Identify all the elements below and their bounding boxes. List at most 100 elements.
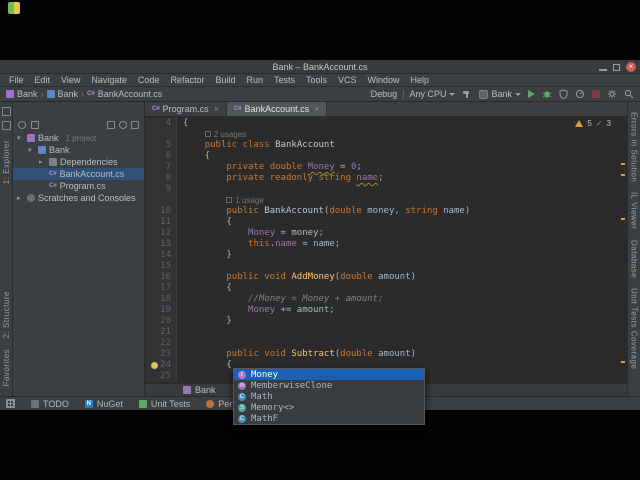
menu-run[interactable]: Run [241,75,268,85]
project-item-dependencies[interactable]: ▸ Dependencies [13,156,144,168]
solution-configuration-dropdown[interactable]: Debug | Any CPU [371,89,456,99]
menu-edit[interactable]: Edit [30,75,56,85]
close-button[interactable]: × [626,62,636,72]
close-tab-icon[interactable]: × [314,104,319,114]
maximize-button[interactable] [613,63,620,71]
chevron-down-icon: ▾ [17,135,21,142]
stop-button[interactable] [592,90,600,98]
project-item-bankaccount-cs[interactable]: C# BankAccount.cs [13,168,144,180]
settings-gear-icon[interactable] [119,120,127,129]
warning-stripe-mark[interactable] [621,163,625,165]
search-icon[interactable] [624,89,634,99]
close-tab-icon[interactable]: × [214,104,219,114]
menu-window[interactable]: Window [363,75,405,85]
debug-button[interactable] [542,89,552,99]
usages-hint[interactable]: 1 usage [235,196,263,205]
breadcrumb-bank[interactable]: Bank [46,89,78,99]
warning-stripe-mark[interactable] [621,218,625,220]
scratch-icon [27,194,35,202]
inspections-widget[interactable]: 5 ✓ 3 [575,119,611,128]
menu-refactor[interactable]: Refactor [165,75,209,85]
toolwindow-explorer[interactable]: 1: Explorer [2,140,11,184]
minimize-button[interactable] [599,63,607,71]
toolwindow-switcher-icon[interactable] [6,399,15,408]
warning-stripe-mark[interactable] [621,361,625,363]
run-config-dropdown[interactable]: Bank [479,89,521,99]
completion-popup: f Money m MemberwiseClone C Math S Memory<> C Mat… [233,368,425,425]
menu-vcs[interactable]: VCS [333,75,362,85]
code-editor[interactable]: 4{ 2 usages 5 public class BankAccount 6 {… [145,117,627,383]
completion-item-mathf[interactable]: C MathF [234,413,424,424]
project-item-label: Bank [38,133,59,143]
build-hammer-icon[interactable] [462,89,472,99]
class-icon: C [238,414,246,423]
locate-file-icon[interactable] [18,120,26,129]
menu-tests[interactable]: Tests [269,75,300,85]
profiler-gauge-icon[interactable] [575,89,585,99]
completion-item-math[interactable]: C Math [234,391,424,402]
right-toolwindow-stripe: Errors in Solution IL Viewer Database Un… [627,102,640,396]
settings-gear-icon[interactable] [607,89,617,99]
gutter: 11 [145,217,177,228]
code-text: } [177,316,231,327]
menu-navigate[interactable]: Navigate [86,75,132,85]
toolwindow-nuget[interactable]: N NuGet [84,399,123,409]
run-button[interactable] [528,90,535,98]
menu-file[interactable]: File [4,75,29,85]
line-number: 22 [160,338,171,348]
completion-item-money[interactable]: f Money [234,369,424,380]
hide-panel-icon[interactable] [131,120,139,129]
breadcrumb-bank[interactable]: Bank [6,89,38,99]
project-icon [46,90,55,98]
toolwindow-il-viewer[interactable]: IL Viewer [630,192,639,229]
menu-help[interactable]: Help [406,75,435,85]
toolwindow-icon[interactable] [1,107,11,116]
tab-bankaccount-cs[interactable]: C# BankAccount.cs × [226,102,328,116]
code-line: 13 this.name = name; [145,239,627,250]
completion-item-memberwiseclone[interactable]: m MemberwiseClone [234,380,424,391]
toolwindow-favorites[interactable]: Favorites [2,349,11,386]
gutter: 9 [145,184,177,195]
menu-code[interactable]: Code [133,75,165,85]
code-text: private double Money = 0; [177,162,361,173]
line-number: 17 [160,283,171,293]
code-line: 10 public BankAccount(double money, stri… [145,206,627,217]
tab-program-cs[interactable]: C# Program.cs × [145,102,227,116]
collapse-all-icon[interactable] [107,120,115,129]
coverage-shield-icon[interactable] [559,89,568,99]
gutter: 24 [145,360,177,371]
toolwindow-database[interactable]: Database [630,240,639,278]
toolwindow-errors-in-solution[interactable]: Errors in Solution [630,112,639,182]
project-item-scratches-and-consoles[interactable]: ▸ Scratches and Consoles [13,192,144,204]
toolwindow-todo[interactable]: TODO [31,399,69,409]
code-token: double [340,349,379,359]
code-line: 5 public class BankAccount [145,140,627,151]
project-item-bank[interactable]: ▾ Bank 1 project [13,132,144,144]
toolwindow-unit-tests[interactable]: Unit Tests [138,399,190,409]
titlebar[interactable]: Bank – BankAccount.cs × [0,60,640,74]
expand-icon[interactable] [31,120,39,129]
code-text: { [177,217,231,228]
project-item-program-cs[interactable]: C# Program.cs [13,180,144,192]
breadcrumb-namespace[interactable]: Bank [195,385,216,395]
usages-hint[interactable]: 2 usages [214,130,246,139]
warning-stripe-mark[interactable] [621,174,625,176]
code-line: 12 Money = money; [145,228,627,239]
gutter: 10 [145,206,177,217]
menu-tools[interactable]: Tools [301,75,332,85]
menu-view[interactable]: View [56,75,85,85]
code-token: public void [226,272,292,282]
code-line: 8 private readonly string name; [145,173,627,184]
toolwindow-unit-tests-coverage[interactable]: Unit Tests Coverage [630,288,639,369]
toolwindow-structure[interactable]: 2: Structure [2,291,11,338]
intention-bulb-icon[interactable] [151,362,159,369]
completion-item-memory[interactable]: S Memory<> [234,402,424,413]
breadcrumb-bankaccount-cs[interactable]: C# BankAccount.cs [87,89,162,99]
project-item-bank[interactable]: ▾ Bank [13,144,144,156]
desktop-taskbar-icon[interactable] [8,2,20,14]
menu-build[interactable]: Build [210,75,240,85]
gutter: 6 [145,151,177,162]
chevron-right-icon: › [81,89,85,99]
nuget-icon: N [84,399,93,408]
toolwindow-icon[interactable] [1,121,11,130]
